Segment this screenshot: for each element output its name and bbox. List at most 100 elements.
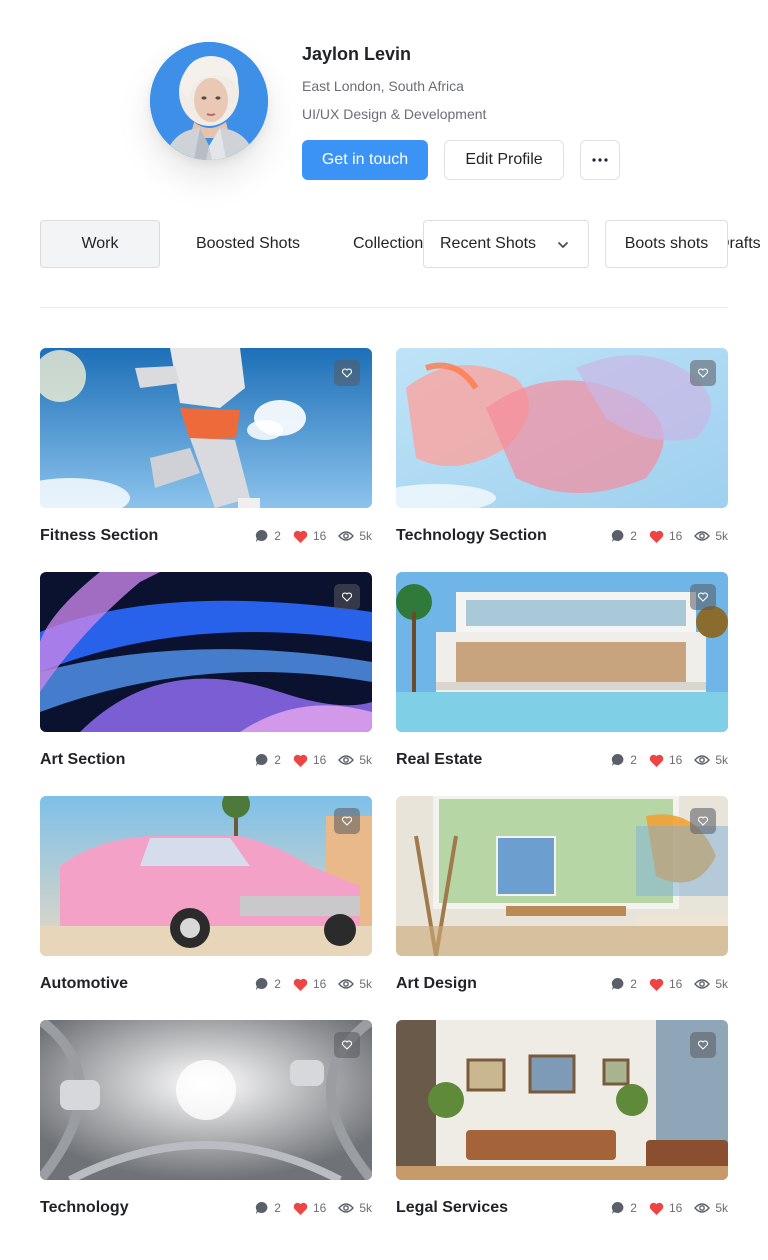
heart-icon	[649, 754, 664, 767]
view-count: 5k	[338, 529, 372, 543]
like-count-value: 16	[312, 529, 327, 543]
comment-count-value: 2	[274, 753, 281, 767]
shot-title: Legal Services	[396, 1199, 509, 1216]
heart-icon	[649, 978, 664, 991]
shot-thumbnail[interactable]	[40, 796, 372, 956]
comment-count: 2	[611, 529, 637, 543]
like-count-value: 16	[668, 977, 683, 991]
view-count: 5k	[338, 753, 372, 767]
heart-outline-icon	[697, 1040, 709, 1050]
comment-count-value: 2	[630, 753, 637, 767]
comment-count: 2	[611, 753, 637, 767]
shot-card[interactable]: Art Design 2 16 5k	[396, 796, 728, 1000]
more-options-button[interactable]	[580, 140, 620, 180]
comment-icon	[256, 753, 268, 766]
shot-title: Art Design	[396, 975, 477, 992]
tab-boots-shots[interactable]: Boots shots	[605, 220, 728, 268]
favorite-button[interactable]	[690, 808, 716, 834]
avatar	[150, 42, 268, 160]
shot-stats: 2 16 5k	[243, 1201, 372, 1215]
comment-icon	[612, 977, 624, 990]
view-count: 5k	[694, 753, 728, 767]
favorite-button[interactable]	[690, 360, 716, 386]
heart-icon	[293, 530, 308, 543]
comment-icon	[256, 529, 268, 542]
shot-card[interactable]: Art Section 2 16 5k	[40, 572, 372, 776]
heart-icon	[293, 754, 308, 767]
eye-icon	[338, 979, 355, 989]
heart-outline-icon	[697, 816, 709, 826]
view-count-value: 5k	[715, 753, 728, 767]
comment-count-value: 2	[630, 1201, 637, 1215]
shot-stats: 2 16 5k	[243, 977, 372, 991]
shot-card[interactable]: Automotive 2 16 5k	[40, 796, 372, 1000]
shot-stats: 2 16 5k	[599, 753, 728, 767]
comment-count: 2	[255, 1201, 281, 1215]
shot-thumbnail[interactable]	[40, 348, 372, 508]
shot-title: Technology Section	[396, 527, 547, 544]
shot-card[interactable]: Technology 2 16 5k	[40, 1020, 372, 1224]
comment-count: 2	[255, 977, 281, 991]
view-count: 5k	[694, 977, 728, 991]
heart-outline-icon	[697, 592, 709, 602]
shot-thumbnail[interactable]	[396, 572, 728, 732]
comment-icon	[612, 1201, 624, 1214]
more-horizontal-icon	[592, 158, 608, 162]
view-count: 5k	[694, 529, 728, 543]
shot-thumbnail[interactable]	[40, 1020, 372, 1180]
shot-card[interactable]: Real Estate 2 16 5k	[396, 572, 728, 776]
shot-title: Art Section	[40, 751, 126, 768]
like-count: 16	[293, 753, 326, 767]
view-count: 5k	[338, 1201, 372, 1215]
favorite-button[interactable]	[334, 1032, 360, 1058]
shot-card[interactable]: Fitness Section 2 16 5k	[40, 348, 372, 552]
shot-thumbnail[interactable]	[40, 572, 372, 732]
shot-title: Real Estate	[396, 751, 483, 768]
heart-icon	[649, 530, 664, 543]
shot-thumbnail[interactable]	[396, 348, 728, 508]
profile-name: Jaylon Levin	[302, 44, 412, 64]
view-count-value: 5k	[715, 977, 728, 991]
like-count: 16	[649, 529, 682, 543]
view-count-value: 5k	[359, 753, 372, 767]
comment-count: 2	[255, 529, 281, 543]
comment-count-value: 2	[274, 529, 281, 543]
favorite-button[interactable]	[690, 584, 716, 610]
chevron-down-icon	[558, 242, 568, 248]
view-count: 5k	[338, 977, 372, 991]
shot-card[interactable]: Technology Section 2 16 5k	[396, 348, 728, 552]
view-count-value: 5k	[359, 977, 372, 991]
like-count: 16	[293, 529, 326, 543]
heart-outline-icon	[341, 816, 353, 826]
eye-icon	[338, 531, 355, 541]
favorite-button[interactable]	[334, 584, 360, 610]
tab-boosted-shots[interactable]: Boosted Shots	[176, 220, 320, 268]
comment-icon	[612, 529, 624, 542]
view-count-value: 5k	[715, 529, 728, 543]
like-count: 16	[649, 753, 682, 767]
like-count-value: 16	[312, 1201, 327, 1215]
eye-icon	[694, 531, 711, 541]
shot-thumbnail[interactable]	[396, 1020, 728, 1180]
favorite-button[interactable]	[690, 1032, 716, 1058]
recent-shots-dropdown[interactable]: Recent Shots	[423, 220, 589, 268]
view-count-value: 5k	[359, 1201, 372, 1215]
tab-drafts[interactable]: Drafts	[728, 220, 768, 268]
shot-card[interactable]: Legal Services 2 16 5k	[396, 1020, 728, 1224]
favorite-button[interactable]	[334, 808, 360, 834]
view-count-value: 5k	[359, 529, 372, 543]
divider	[40, 307, 728, 308]
get-in-touch-button[interactable]: Get in touch	[302, 140, 428, 180]
heart-outline-icon	[697, 368, 709, 378]
comment-count: 2	[611, 977, 637, 991]
favorite-button[interactable]	[334, 360, 360, 386]
shot-title: Automotive	[40, 975, 128, 992]
tab-drafts-label: Drafts	[728, 235, 761, 252]
dropdown-label: Recent Shots	[440, 235, 537, 252]
tab-work[interactable]: Work	[40, 220, 160, 268]
eye-icon	[338, 1203, 355, 1213]
like-count-value: 16	[668, 753, 683, 767]
edit-profile-button[interactable]: Edit Profile	[444, 140, 564, 180]
shot-thumbnail[interactable]	[396, 796, 728, 956]
like-count: 16	[293, 1201, 326, 1215]
